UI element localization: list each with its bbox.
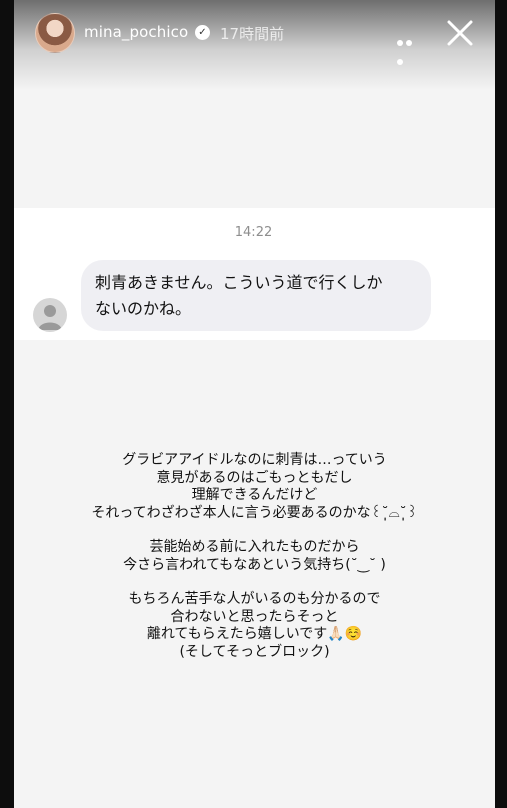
sender-avatar (33, 298, 67, 332)
caption-line: グラビアアイドルなのに刺青は…っていう (122, 452, 387, 468)
message-bubble: 刺青あきません。こういう道で行くしか ないのかね。 (81, 260, 431, 331)
caption-line: それってわざわざ本人に言う必要あるのかな꒰˘̩̩̩⌓˘̩̩̩꒱ (91, 504, 418, 521)
caption-line: 今さら言われてもなあという気持ち(˘‿˘ ) (123, 556, 386, 573)
caption-line: 離れてもらえたら嬉しいです🙏🏻☺️ (146, 626, 363, 642)
close-icon[interactable] (446, 19, 474, 47)
caption-paragraph: グラビアアイドルなのに刺青は…っていう 意見があるのはごもっともだし 理解できる… (14, 452, 495, 522)
story-canvas (14, 0, 495, 808)
time-ago: 17時間前 (220, 25, 285, 43)
username[interactable]: mina_pochico (84, 23, 188, 41)
story-header: mina_pochico ✓ 17時間前 (0, 0, 507, 68)
message-line: 刺青あきません。こういう道で行くしか (95, 273, 383, 292)
caption-line: 合わないと思ったらそっと (170, 608, 339, 625)
caption-paragraph: 芸能始める前に入れたものだから 今さら言われてもなあという気持ち(˘‿˘ ) (14, 539, 495, 574)
message-timestamp: 14:22 (234, 225, 273, 240)
story-caption: グラビアアイドルなのに刺青は…っていう 意見があるのはごもっともだし 理解できる… (14, 452, 495, 678)
caption-line: 意見があるのはごもっともだし (156, 469, 353, 486)
message-line: ないのかね。 (95, 299, 192, 318)
profile-avatar[interactable] (35, 13, 75, 53)
caption-line: (そしてそっとブロック) (179, 643, 330, 660)
verified-icon: ✓ (195, 25, 210, 40)
more-icon[interactable] (397, 31, 423, 65)
caption-line: 芸能始める前に入れたものだから (149, 539, 360, 555)
caption-line: もちろん苦手な人がいるのも分かるので (128, 591, 381, 607)
caption-paragraph: もちろん苦手な人がいるのも分かるので 合わないと思ったらそっと 離れてもらえたら… (14, 591, 495, 661)
caption-line: 理解できるんだけど (191, 487, 318, 503)
